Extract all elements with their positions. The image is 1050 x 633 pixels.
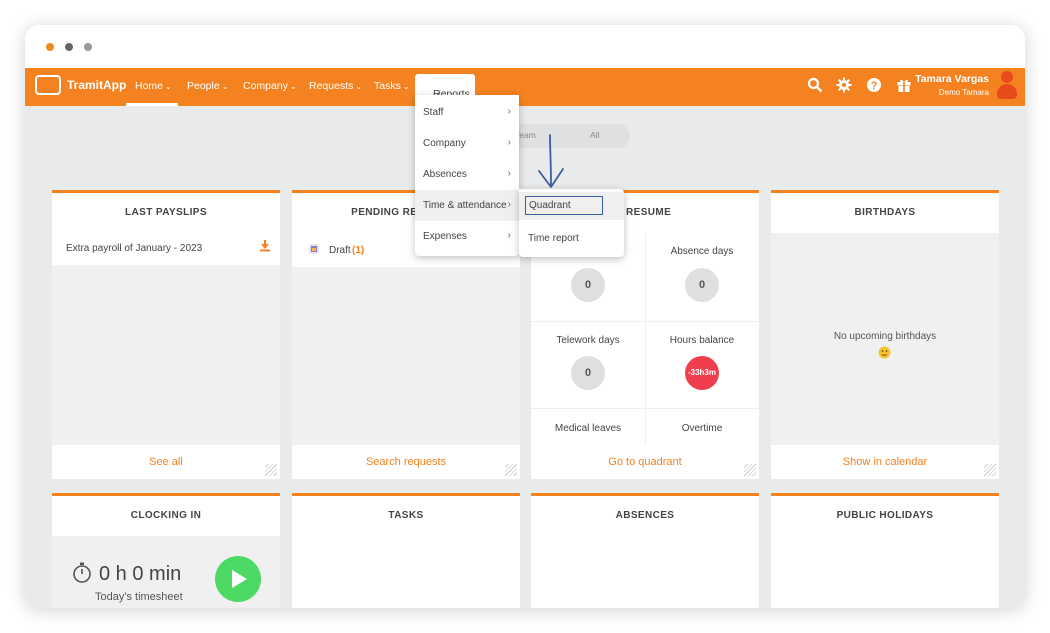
show-in-calendar-link[interactable]: Show in calendar [771, 445, 999, 479]
menu-item-expenses[interactable]: Expenses › [415, 221, 519, 252]
resume-grid: Holiday days 0 Absence days 0 Telework d… [531, 233, 759, 448]
chevron-down-icon: ⌄ [355, 82, 363, 91]
submenu-item-time-report[interactable]: Time report [528, 233, 579, 244]
card-absences: ABSENCES [531, 493, 759, 608]
resume-title: RESUME [626, 207, 672, 218]
draft-label: Draft [329, 245, 351, 256]
medical-leaves-label: Medical leaves [554, 423, 622, 434]
telework-days-label: Telework days [556, 335, 620, 346]
absence-days-label: Absence days [670, 246, 734, 257]
hours-balance-value: -33h3m [685, 356, 719, 390]
nav-requests[interactable]: Requests ⌄ [309, 80, 362, 92]
reports-dropdown: Staff › Company › Absences › Time & attenda… [415, 95, 519, 256]
avatar[interactable] [995, 71, 1019, 101]
chevron-right-icon: › [507, 230, 511, 241]
telework-days-value: 0 [571, 356, 605, 390]
menu-item-absences[interactable]: Absences › [415, 159, 519, 190]
chevron-down-icon: ⌄ [289, 82, 297, 91]
chevron-down-icon: ⌄ [221, 82, 229, 91]
card-tasks: TASKS [292, 493, 520, 608]
card-clocking-in: CLOCKING IN 0 h 0 min Today's timesheet [52, 493, 280, 608]
draft-count: (1) [352, 245, 365, 256]
menu-item-time-attendance[interactable]: Time & attendance › [415, 190, 519, 221]
top-navbar: TramitApp Home ⌄ People ⌄ Company ⌄ Request… [25, 68, 1025, 106]
nav-people[interactable]: People ⌄ [187, 80, 228, 92]
annotation-arrow-icon [538, 134, 564, 188]
emoji-icon [878, 346, 891, 364]
window-close-dot[interactable] [46, 43, 54, 51]
card-title: ABSENCES [531, 496, 759, 536]
card-title: BIRTHDAYS [771, 193, 999, 233]
resize-grip-icon[interactable] [505, 464, 517, 476]
logo-icon [35, 75, 61, 95]
see-all-link[interactable]: See all [52, 445, 280, 479]
gift-icon[interactable] [896, 77, 912, 97]
card-title: LAST PAYSLIPS [52, 193, 280, 233]
go-to-quadrant-label: Go to quadrant [608, 456, 682, 468]
user-name[interactable]: Tamara Vargas [915, 73, 989, 85]
card-title: TASKS [292, 496, 520, 536]
chevron-right-icon: › [507, 106, 511, 117]
menu-item-company[interactable]: Company › [415, 128, 519, 159]
play-icon [232, 570, 247, 588]
chevron-right-icon: › [507, 199, 511, 210]
brand-logo[interactable]: TramitApp [35, 73, 126, 101]
see-all-label: See all [149, 456, 183, 468]
submenu-item-quadrant[interactable]: Quadrant [525, 196, 603, 215]
time-attendance-submenu: Quadrant Time report [519, 189, 624, 257]
todays-timesheet-link[interactable]: Today's timesheet [95, 591, 183, 603]
go-to-quadrant-link[interactable]: Go to quadrant [531, 445, 759, 479]
window-maximize-dot[interactable] [84, 43, 92, 51]
help-icon[interactable]: ? [866, 77, 882, 97]
chevron-down-icon: ⌄ [402, 82, 410, 91]
toggle-all[interactable]: All [590, 130, 599, 140]
overtime-label: Overtime [681, 423, 723, 434]
card-birthdays: BIRTHDAYS No upcoming birthdays Show in … [771, 190, 999, 479]
resize-grip-icon[interactable] [265, 464, 277, 476]
svg-text:?: ? [871, 80, 878, 92]
clocking-time: 0 h 0 min [99, 563, 182, 585]
nav-company[interactable]: Company ⌄ [243, 80, 297, 92]
resize-grip-icon[interactable] [984, 464, 996, 476]
show-in-calendar-label: Show in calendar [842, 456, 928, 468]
window-titlebar [25, 25, 1025, 68]
nav-tasks[interactable]: Tasks ⌄ [374, 80, 410, 92]
browser-window: TramitApp Home ⌄ People ⌄ Company ⌄ Request… [25, 25, 1025, 608]
dashboard-content: Team All LAST PAYSLIPS Extra payroll of … [25, 106, 1025, 608]
resize-grip-icon[interactable] [744, 464, 756, 476]
stopwatch-icon [72, 562, 92, 589]
no-birthdays-text: No upcoming birthdays [833, 331, 937, 342]
nav-home[interactable]: Home ⌄ [135, 80, 172, 92]
card-title: CLOCKING IN [52, 496, 280, 536]
gear-icon[interactable] [836, 77, 852, 97]
chevron-right-icon: › [507, 168, 511, 179]
chevron-down-icon: ⌄ [165, 82, 172, 91]
search-requests-link[interactable]: Search requests [292, 445, 520, 479]
holiday-days-value: 0 [571, 268, 605, 302]
download-icon[interactable] [260, 240, 270, 255]
card-public-holidays: PUBLIC HOLIDAYS [771, 493, 999, 608]
payslip-row[interactable]: Extra payroll of January - 2023 [52, 233, 280, 265]
brand-name: TramitApp [67, 78, 127, 92]
card-last-payslips: LAST PAYSLIPS Extra payroll of January -… [52, 190, 280, 479]
menu-item-staff[interactable]: Staff › [415, 97, 519, 128]
team-all-toggle[interactable]: Team All [505, 124, 630, 148]
search-requests-label: Search requests [365, 456, 447, 468]
payslip-row-label: Extra payroll of January - 2023 [66, 243, 203, 254]
hours-balance-label: Hours balance [669, 335, 735, 346]
card-title: PUBLIC HOLIDAYS [771, 496, 999, 536]
user-company: Demo Tamara [938, 88, 989, 97]
play-button[interactable] [215, 556, 261, 602]
draft-icon [308, 243, 320, 258]
window-minimize-dot[interactable] [65, 43, 73, 51]
search-icon[interactable] [807, 77, 823, 97]
chevron-right-icon: › [507, 137, 511, 148]
absence-days-value: 0 [685, 268, 719, 302]
